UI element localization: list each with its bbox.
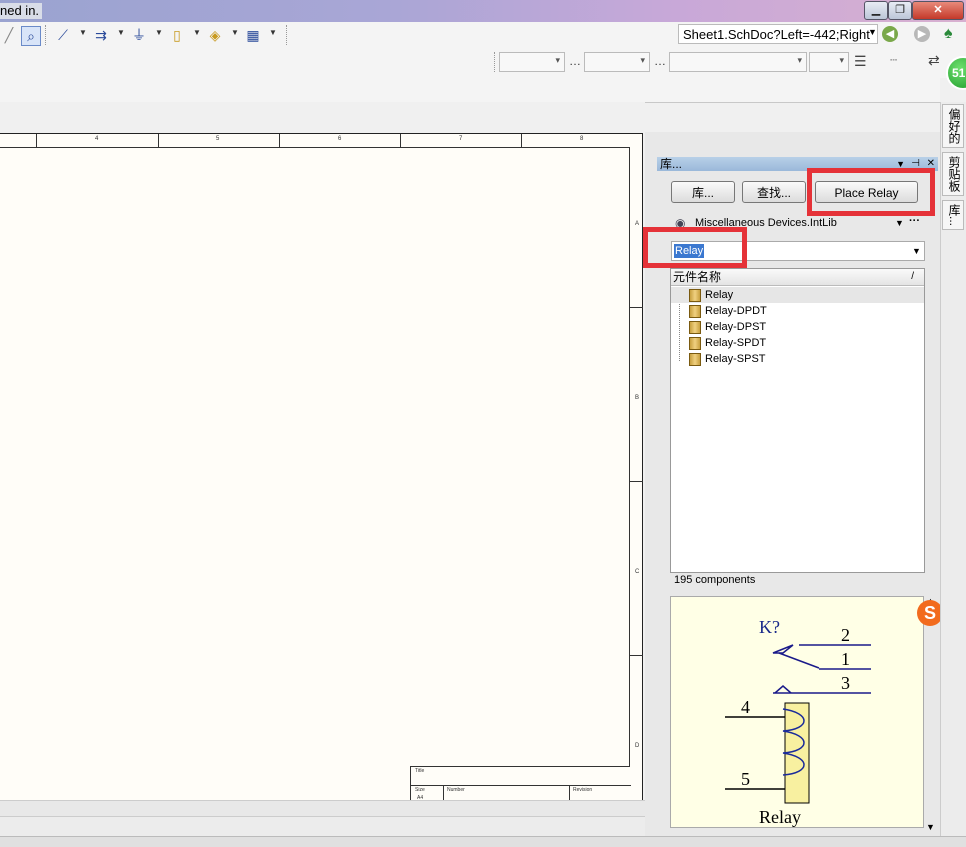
tab-favorites[interactable]: 偏好的 bbox=[942, 104, 964, 148]
chevron-down-icon[interactable]: ▼ bbox=[912, 242, 921, 260]
sheet-inner-border bbox=[0, 147, 630, 808]
component-icon bbox=[689, 289, 701, 302]
component-count: 195 components bbox=[674, 574, 756, 586]
minimize-button[interactable]: ▁ bbox=[864, 1, 888, 20]
toolbar-separator bbox=[45, 25, 47, 45]
dropdown-3[interactable] bbox=[669, 52, 807, 72]
highlight-box-filter bbox=[643, 227, 747, 268]
status-strip bbox=[0, 836, 966, 847]
more-icon[interactable]: … bbox=[569, 54, 581, 68]
panel-title: 库... bbox=[660, 157, 683, 171]
sort-icon[interactable]: / bbox=[911, 269, 914, 285]
zone-row-label: D bbox=[635, 743, 640, 749]
chevron-down-icon[interactable]: ▼ bbox=[231, 28, 239, 37]
list-item[interactable]: Relay-DPDT bbox=[705, 303, 767, 319]
tab-clipboard[interactable]: 剪贴板 bbox=[942, 152, 964, 196]
zone-column-label: 4 bbox=[95, 136, 99, 142]
back-icon[interactable]: ◀ bbox=[882, 26, 898, 42]
zone-divider bbox=[36, 134, 37, 147]
component-list[interactable]: 元件名称 / Relay Relay-DPDT Relay-DPST Relay… bbox=[670, 268, 925, 573]
zone-column-label: 5 bbox=[216, 136, 220, 142]
zone-column-label: 6 bbox=[338, 136, 342, 142]
horizontal-scrollbar[interactable] bbox=[0, 800, 645, 817]
home-icon[interactable]: ♠ bbox=[944, 25, 953, 43]
close-button[interactable]: ✕ bbox=[912, 1, 964, 20]
list-item[interactable]: Relay bbox=[705, 287, 733, 303]
document-tab-bar bbox=[0, 78, 940, 103]
pencil-icon[interactable]: ╱ bbox=[0, 26, 18, 44]
pin-label: 4 bbox=[741, 697, 750, 717]
port-icon[interactable]: ◈ bbox=[206, 26, 224, 44]
swap-icon[interactable]: ⇄ bbox=[928, 52, 940, 69]
component-icon bbox=[689, 305, 701, 318]
pin-label: 2 bbox=[841, 625, 850, 645]
ground-icon[interactable]: ⏚ bbox=[130, 26, 148, 44]
document-address-field[interactable]: Sheet1.SchDoc?Left=-442;Right bbox=[678, 24, 878, 44]
component-icon[interactable]: ▯ bbox=[168, 26, 186, 44]
relay-symbol-preview: K? 2 1 3 4 5 Relay bbox=[725, 617, 871, 827]
chevron-down-icon[interactable]: ▼ bbox=[117, 28, 125, 37]
dropdown-2[interactable] bbox=[584, 52, 650, 72]
divider bbox=[411, 785, 631, 786]
bus-icon[interactable]: ⇉ bbox=[92, 26, 110, 44]
zone-row-label: C bbox=[635, 569, 640, 575]
scroll-down-icon[interactable]: ▼ bbox=[926, 822, 935, 832]
component-icon bbox=[689, 337, 701, 350]
dropdown-1[interactable] bbox=[499, 52, 565, 72]
zone-column-label: 7 bbox=[459, 136, 463, 142]
library-button[interactable]: 库... bbox=[671, 181, 735, 203]
component-name-label: Relay bbox=[759, 807, 801, 827]
more-icon[interactable]: … bbox=[654, 54, 666, 68]
highlight-box-place-button bbox=[807, 168, 935, 216]
column-header-label: 元件名称 bbox=[673, 270, 722, 284]
toolbar-separator bbox=[494, 52, 496, 72]
pin-label: 5 bbox=[741, 769, 750, 789]
chevron-down-icon[interactable]: ▼ bbox=[193, 28, 201, 37]
zone-divider bbox=[521, 134, 522, 147]
zone-divider bbox=[158, 134, 159, 147]
component-icon bbox=[689, 321, 701, 334]
zone-row-label: B bbox=[635, 395, 640, 401]
zone-divider bbox=[279, 134, 280, 147]
title-block-number: Number bbox=[447, 787, 465, 793]
wire-icon[interactable]: ⟋ bbox=[54, 26, 72, 44]
zone-divider bbox=[630, 307, 643, 308]
zone-column-label: 8 bbox=[580, 136, 584, 142]
grid-icon[interactable]: ▦ bbox=[244, 26, 262, 44]
line-width-icon[interactable]: ┄ bbox=[890, 53, 897, 67]
title-block-size: Size bbox=[415, 787, 425, 793]
tab-library[interactable]: 库... bbox=[942, 200, 964, 231]
zone-row-label: A bbox=[635, 221, 640, 227]
zone-divider bbox=[630, 481, 643, 482]
title-bar bbox=[0, 0, 966, 22]
zone-divider bbox=[400, 134, 401, 147]
zone-divider bbox=[630, 655, 643, 656]
toolbar-separator bbox=[286, 25, 288, 45]
chevron-down-icon[interactable]: ▼ bbox=[269, 28, 277, 37]
chevron-down-icon[interactable]: ▼ bbox=[868, 27, 877, 37]
maximize-button[interactable]: ❐ bbox=[888, 1, 912, 20]
dropdown-4[interactable] bbox=[809, 52, 849, 72]
search-button[interactable]: 查找... bbox=[742, 181, 806, 203]
column-header[interactable]: 元件名称 / bbox=[671, 269, 924, 286]
list-item[interactable]: Relay-DPST bbox=[705, 319, 766, 335]
list-item[interactable]: Relay-SPST bbox=[705, 351, 766, 367]
forward-icon[interactable]: ▶ bbox=[914, 26, 930, 42]
chevron-down-icon[interactable]: ▼ bbox=[79, 28, 87, 37]
zoom-icon[interactable]: ⌕ bbox=[21, 26, 41, 46]
pin-label: 3 bbox=[841, 673, 850, 693]
window-title: ned in. bbox=[0, 3, 43, 19]
designator-label: K? bbox=[759, 617, 780, 637]
chevron-down-icon[interactable]: ▼ bbox=[895, 214, 904, 232]
list-item[interactable]: Relay-SPDT bbox=[705, 335, 766, 351]
component-icon bbox=[689, 353, 701, 366]
pin-label: 1 bbox=[841, 649, 850, 669]
more-icon[interactable]: ··· bbox=[909, 212, 920, 230]
line-style-icon[interactable]: ☰ bbox=[854, 53, 867, 70]
title-block-title: Title bbox=[415, 768, 425, 774]
component-preview: K? 2 1 3 4 5 Relay bbox=[670, 596, 924, 828]
badge-counter[interactable]: 51 bbox=[946, 56, 966, 90]
chevron-down-icon[interactable]: ▼ bbox=[155, 28, 163, 37]
title-block-revision: Revision bbox=[573, 787, 593, 793]
